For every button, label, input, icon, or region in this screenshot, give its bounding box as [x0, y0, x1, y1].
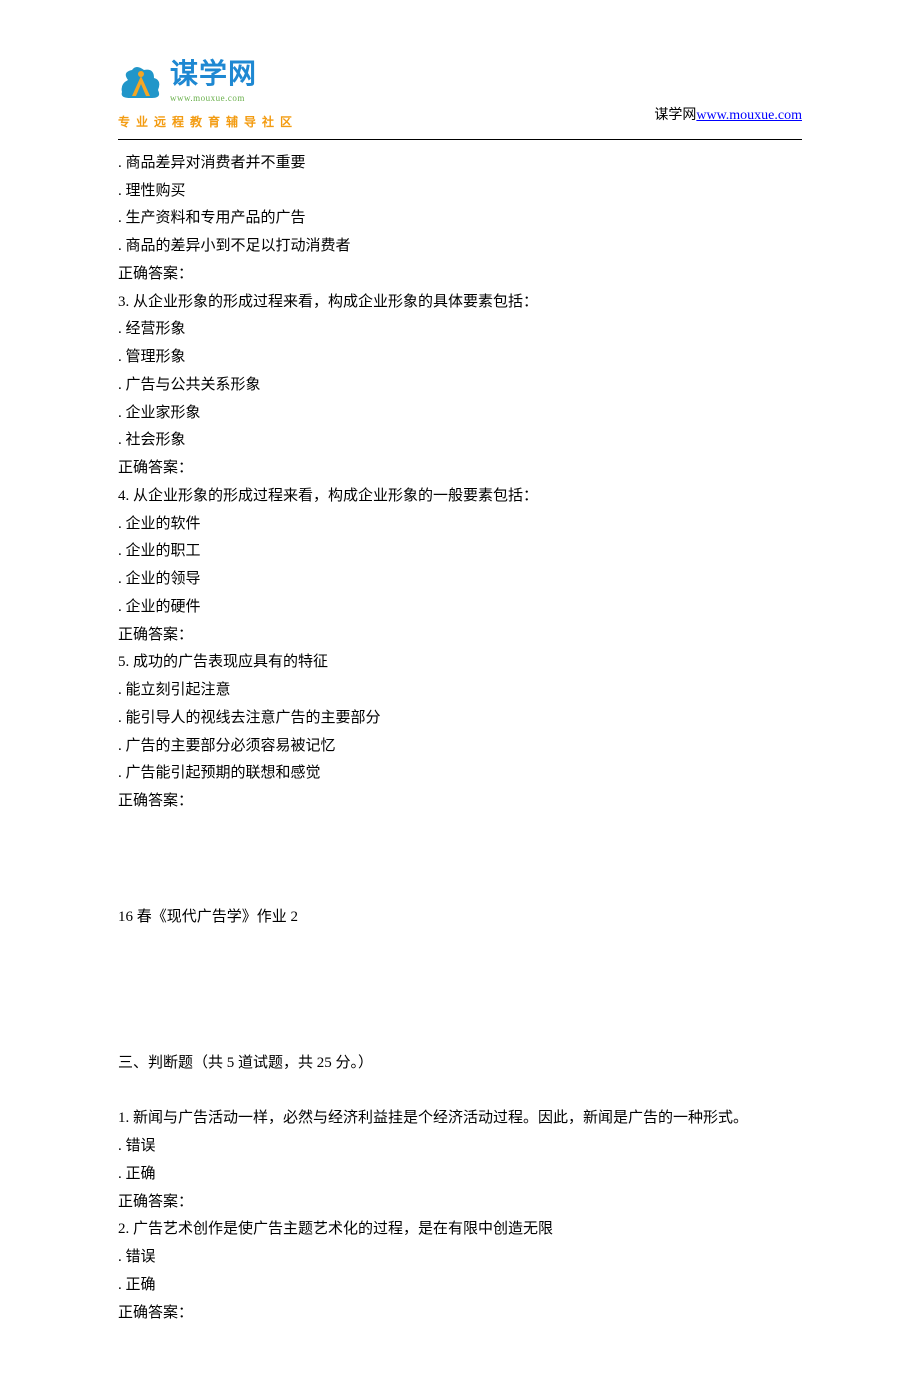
page-header: 谋学网 www.mouxue.com 专业远程教育辅导社区 谋学网www.mou…: [118, 60, 802, 133]
option-text: 商品差异对消费者并不重要: [118, 150, 802, 178]
option-text: 社会形象: [118, 427, 802, 455]
option-text: 企业家形象: [118, 400, 802, 428]
question-stem: 5. 成功的广告表现应具有的特征: [118, 649, 802, 677]
option-text: 广告的主要部分必须容易被记忆: [118, 733, 802, 761]
option-text: 错误: [118, 1133, 802, 1161]
logo-main-text: 谋学网: [170, 60, 257, 88]
option-text: 理性购买: [118, 178, 802, 206]
option-text: 广告能引起预期的联想和感觉: [118, 760, 802, 788]
option-text: 能立刻引起注意: [118, 677, 802, 705]
question-stem: 4. 从企业形象的形成过程来看，构成企业形象的一般要素包括：: [118, 483, 802, 511]
correct-answer-label: 正确答案：: [118, 1300, 802, 1328]
page-container: 谋学网 www.mouxue.com 专业远程教育辅导社区 谋学网www.mou…: [0, 0, 920, 1387]
option-text: 经营形象: [118, 316, 802, 344]
question-stem: 2. 广告艺术创作是使广告主题艺术化的过程，是在有限中创造无限: [118, 1216, 802, 1244]
question-stem: 1. 新闻与广告活动一样，必然与经济利益挂是个经济活动过程。因此，新闻是广告的一…: [118, 1105, 802, 1133]
option-text: 生产资料和专用产品的广告: [118, 205, 802, 233]
logo-sub-url: www.mouxue.com: [170, 90, 257, 107]
site-name-text: 谋学网: [654, 108, 696, 123]
correct-answer-label: 正确答案：: [118, 788, 802, 816]
correct-answer-label: 正确答案：: [118, 622, 802, 650]
correct-answer-label: 正确答案：: [118, 1189, 802, 1217]
section-header: 三、判断题（共 5 道试题，共 25 分。）: [118, 1050, 802, 1078]
option-text: 企业的领导: [118, 566, 802, 594]
logo-icon: [118, 62, 164, 104]
correct-answer-label: 正确答案：: [118, 261, 802, 289]
option-text: 能引导人的视线去注意广告的主要部分: [118, 705, 802, 733]
site-url-link[interactable]: www.mouxue.com: [696, 108, 802, 123]
blank-space: [118, 816, 802, 904]
document-body: 商品差异对消费者并不重要 理性购买 生产资料和专用产品的广告 商品的差异小到不足…: [118, 150, 802, 1328]
blank-space: [118, 932, 802, 1050]
logo-top-row: 谋学网 www.mouxue.com: [118, 60, 298, 107]
option-text: 企业的硬件: [118, 594, 802, 622]
option-text: 正确: [118, 1272, 802, 1300]
option-text: 正确: [118, 1161, 802, 1189]
logo-text-wrap: 谋学网 www.mouxue.com: [170, 60, 257, 107]
option-text: 错误: [118, 1244, 802, 1272]
logo-block: 谋学网 www.mouxue.com 专业远程教育辅导社区: [118, 60, 298, 133]
option-text: 企业的软件: [118, 511, 802, 539]
question-stem: 3. 从企业形象的形成过程来看，构成企业形象的具体要素包括：: [118, 289, 802, 317]
logo-tagline: 专业远程教育辅导社区: [118, 111, 298, 133]
option-text: 商品的差异小到不足以打动消费者: [118, 233, 802, 261]
option-text: 企业的职工: [118, 538, 802, 566]
header-site-label: 谋学网www.mouxue.com: [654, 103, 802, 133]
option-text: 管理形象: [118, 344, 802, 372]
header-rule: [118, 139, 802, 140]
blank-space: [118, 1077, 802, 1105]
correct-answer-label: 正确答案：: [118, 455, 802, 483]
assignment-title: 16 春《现代广告学》作业 2: [118, 904, 802, 932]
option-text: 广告与公共关系形象: [118, 372, 802, 400]
